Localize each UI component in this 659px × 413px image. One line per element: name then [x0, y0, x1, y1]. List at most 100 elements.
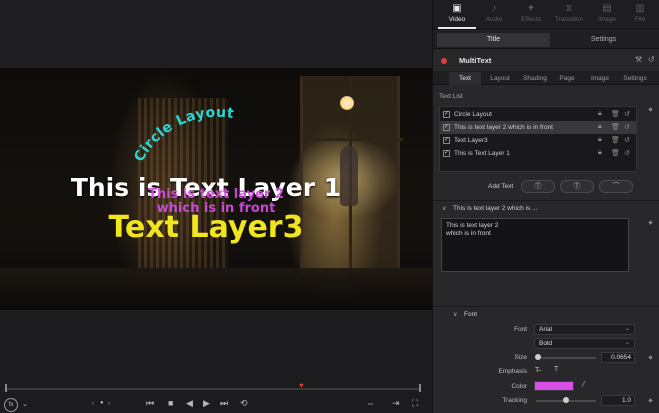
tab-effects[interactable]: ✦ Effects: [512, 0, 550, 29]
text-edit-section-label: This is text layer 2 which is ...: [453, 205, 538, 212]
stop-icon[interactable]: ■: [168, 398, 173, 408]
audio-icon: ♪: [491, 3, 497, 14]
tab-image-label: Image: [597, 16, 617, 23]
inspector-page-tabs: ▣ Video ♪ Audio ✦ Effects ⧖ Transition ▤…: [433, 0, 659, 30]
tab-video[interactable]: ▣ Video: [438, 0, 476, 29]
tool-header: MultiText ⚒ ↺: [433, 52, 659, 69]
size-slider-knob[interactable]: [534, 354, 541, 360]
trash-icon[interactable]: 🗑︎: [611, 123, 620, 131]
checkbox[interactable]: ✓: [443, 137, 450, 144]
tracking-label: Tracking: [502, 397, 527, 404]
list-item[interactable]: ✓ Text Layer3 🔒︎ 🗑︎ ↺: [440, 134, 636, 147]
skip-end-icon[interactable]: ⏭: [220, 398, 228, 409]
subtab-image[interactable]: Image: [585, 72, 615, 85]
trash-icon[interactable]: 🗑︎: [611, 136, 620, 144]
size-label: Size: [514, 354, 527, 361]
jog-right-icon[interactable]: ›: [108, 401, 110, 407]
play-icon[interactable]: ▶: [203, 398, 210, 409]
jog-dot-icon[interactable]: ●: [100, 400, 104, 406]
chevron-down-icon[interactable]: ⌄: [22, 400, 28, 408]
tab-settings[interactable]: Settings: [551, 33, 656, 47]
eyedropper-icon[interactable]: ⁄: [583, 380, 584, 389]
add-text-path-button[interactable]: ⌒: [599, 180, 633, 193]
tab-image[interactable]: ▤ Image: [588, 0, 626, 29]
reset-icon[interactable]: ↺: [624, 123, 630, 131]
loop-icon[interactable]: ⟲: [240, 398, 248, 409]
checkbox[interactable]: ✓: [443, 111, 450, 118]
next-clip-icon[interactable]: ⇥: [392, 398, 400, 409]
tab-transition[interactable]: ⧖ Transition: [550, 0, 588, 29]
tab-title[interactable]: Title: [437, 33, 550, 47]
font-style-value: Bold: [539, 340, 553, 347]
text-edit-section-header[interactable]: ∨ This is text layer 2 which is ...: [433, 200, 659, 214]
reset-icon[interactable]: ↺: [624, 110, 630, 118]
list-item[interactable]: ✓ This is Text Layer 1 🔒︎ 🗑︎ ↺: [440, 147, 636, 160]
fullscreen-icon[interactable]: ⛶: [412, 398, 418, 409]
lock-icon[interactable]: 🔒︎: [598, 136, 602, 144]
skip-start-icon[interactable]: ⏮: [146, 398, 154, 409]
tracking-field[interactable]: 1.0: [601, 395, 635, 406]
add-text-box-button[interactable]: Ⓣ: [560, 180, 594, 193]
text-list-label: Text List: [439, 93, 463, 100]
checkbox[interactable]: ✓: [443, 150, 450, 157]
underline-icon[interactable]: T: [554, 366, 558, 373]
out-point-marker[interactable]: [419, 384, 421, 392]
in-point-marker[interactable]: [5, 384, 7, 392]
size-field[interactable]: 0.0654: [601, 352, 635, 363]
keyframe-diamond-icon[interactable]: [648, 398, 653, 403]
subtab-layout[interactable]: Layout: [483, 72, 517, 85]
trash-icon[interactable]: 🗑︎: [611, 149, 620, 157]
add-text-button[interactable]: Ⓣ: [521, 180, 555, 193]
scrubber[interactable]: ♥: [0, 381, 432, 393]
subtab-page[interactable]: Page: [553, 72, 581, 85]
keyframe-diamond-icon[interactable]: [648, 355, 653, 360]
text-layer-3[interactable]: Text Layer3: [0, 210, 422, 245]
lock-icon[interactable]: 🔒︎: [598, 149, 602, 157]
font-dropdown[interactable]: Arial ⌄: [534, 324, 635, 335]
color-label: Color: [511, 383, 527, 390]
fx-badge-icon[interactable]: fx: [4, 398, 18, 412]
playhead-icon[interactable]: ♥: [299, 381, 304, 390]
subtab-shading[interactable]: Shading: [519, 72, 551, 85]
enable-toggle-icon[interactable]: [441, 58, 447, 64]
circle-layout-label: Circle Layout: [131, 105, 235, 165]
text-input[interactable]: This is text layer 2 which is in front: [441, 218, 629, 272]
trash-icon[interactable]: 🗑︎: [611, 110, 620, 118]
tool-name: MultiText: [459, 56, 492, 65]
tracking-slider-knob[interactable]: [563, 397, 569, 403]
tracking-slider[interactable]: [536, 397, 596, 403]
list-item[interactable]: ✓ This is text layer 2 which is in front…: [440, 121, 636, 134]
keyframe-diamond-icon[interactable]: [648, 220, 653, 225]
chevron-down-icon: ∨: [442, 206, 447, 212]
color-swatch[interactable]: [534, 381, 574, 391]
subtab-text[interactable]: Text: [449, 72, 481, 85]
size-slider[interactable]: [534, 354, 596, 360]
viewer-header: [0, 0, 432, 68]
font-section-header[interactable]: ∨ Font: [433, 306, 659, 320]
file-icon: ▥: [635, 3, 645, 14]
font-style-dropdown[interactable]: Bold ⌄: [534, 338, 635, 349]
tab-audio-label: Audio: [485, 16, 503, 23]
keyframe-diamond-icon[interactable]: [648, 107, 653, 112]
text-input-line2: which is in front: [446, 230, 491, 237]
tab-file[interactable]: ▥ File: [625, 0, 655, 29]
reset-icon[interactable]: ↺: [624, 136, 630, 144]
transport-bar: fx ⌄ ‹ ● › ⏮ ■ ◀ ▶ ⏭ ⟲ ⇔ ⇥ ⛶: [0, 396, 432, 413]
match-frame-icon[interactable]: ⇔: [366, 398, 375, 408]
subtab-settings[interactable]: Settings: [617, 72, 653, 85]
tab-audio[interactable]: ♪ Audio: [475, 0, 513, 29]
reset-icon[interactable]: ↺: [624, 149, 630, 157]
video-frame[interactable]: Circle Layout This is Text Layer 1 This …: [0, 68, 432, 310]
strikethrough-icon[interactable]: T̶: [535, 367, 539, 374]
list-item[interactable]: ✓ Circle Layout 🔒︎ 🗑︎ ↺: [440, 108, 636, 121]
jog-left-icon[interactable]: ‹: [92, 401, 94, 407]
lock-icon[interactable]: 🔒︎: [598, 110, 602, 118]
magic-wand-icon[interactable]: ⚒: [635, 55, 642, 64]
lock-icon[interactable]: 🔒︎: [598, 123, 602, 131]
list-item-label: This is text layer 2 which is in front: [454, 124, 553, 131]
scrubber-track[interactable]: [6, 388, 420, 390]
reverse-play-icon[interactable]: ◀: [186, 398, 193, 409]
reset-icon[interactable]: ↺: [648, 55, 655, 64]
checkbox[interactable]: ✓: [443, 124, 450, 131]
list-item-label: Circle Layout: [454, 111, 492, 118]
